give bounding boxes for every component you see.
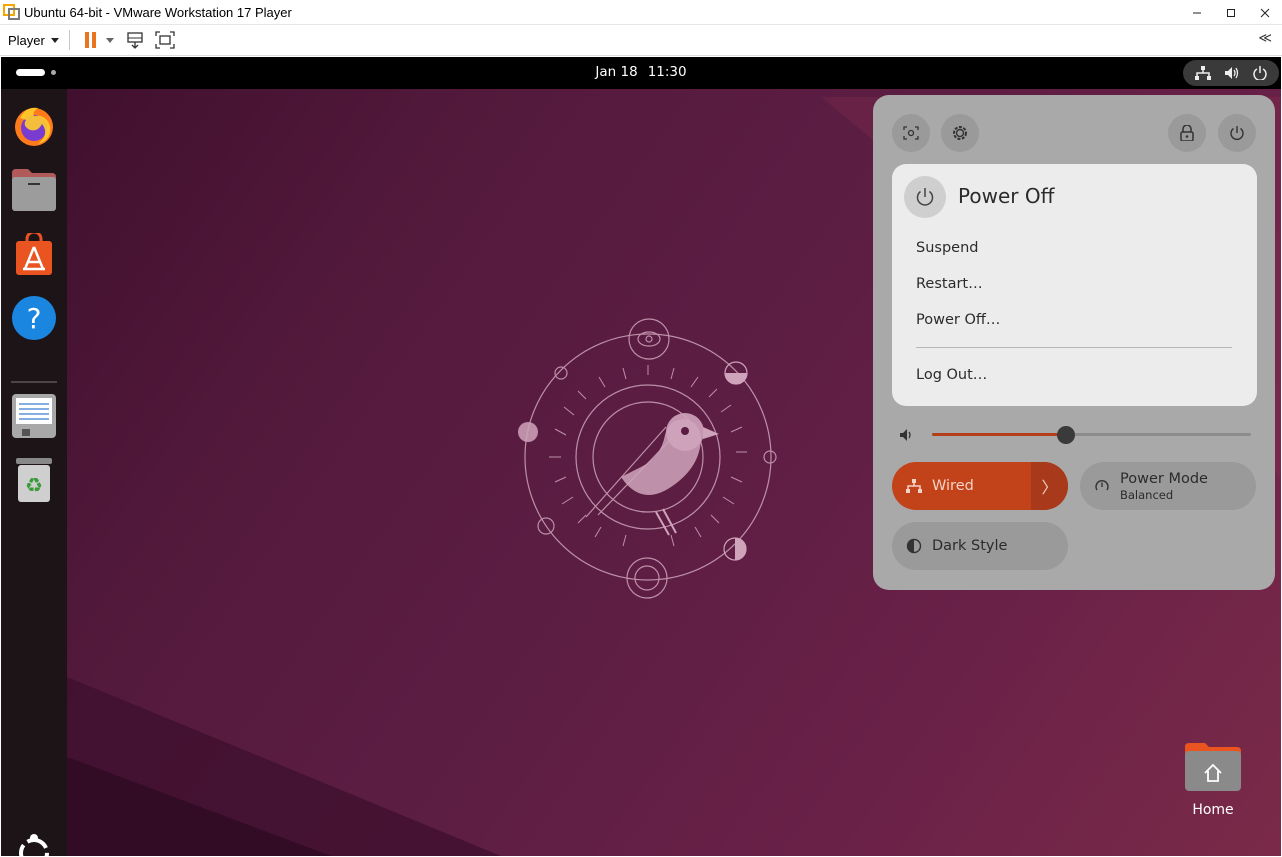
window-controls [1180, 0, 1282, 25]
minimize-icon[interactable] [1180, 0, 1214, 25]
network-wired-icon [1195, 66, 1212, 80]
fullscreen-icon[interactable] [154, 29, 176, 51]
volume-icon [900, 429, 911, 441]
close-icon[interactable] [1248, 0, 1282, 25]
gnome-top-bar: Jan 18 11:30 [1, 57, 1281, 89]
home-folder-label: Home [1192, 802, 1234, 818]
power-off-submenu: Power Off Suspend Restart… Power Off… Lo… [892, 164, 1257, 406]
vm-screen[interactable]: Jan 18 11:30 ? ♻ Power Off Suspend Resta… [1, 57, 1281, 856]
power-mode-value: Balanced [1120, 487, 1174, 502]
volume-row [897, 425, 1257, 445]
dark-style-label: Dark Style [932, 538, 1008, 554]
dark-style-icon [906, 538, 922, 554]
collapse-toolbar-icon[interactable]: ≪ [1258, 31, 1272, 46]
home-folder-icon[interactable] [1183, 743, 1243, 799]
maximize-icon[interactable] [1214, 0, 1248, 25]
player-menu-label: Player [8, 32, 45, 48]
power-icon[interactable] [1218, 114, 1256, 152]
power-icon [1252, 66, 1267, 80]
vmware-app-icon [3, 4, 20, 20]
firefox-icon[interactable] [11, 103, 57, 149]
power-mode-toggle[interactable]: Power Mode Balanced [1080, 462, 1256, 510]
wired-expand-button[interactable]: 〉 [1031, 462, 1068, 510]
clock[interactable]: Jan 18 11:30 [1, 64, 1281, 80]
lock-icon[interactable] [1168, 114, 1206, 152]
volume-slider-handle[interactable] [1056, 426, 1075, 444]
menu-divider [916, 347, 1232, 348]
toolbar-divider [68, 30, 70, 50]
system-tray[interactable] [1183, 60, 1279, 86]
ubuntu-dock: ? ♻ [1, 89, 67, 856]
dock-separator [11, 381, 57, 383]
app-center-icon[interactable] [11, 231, 57, 277]
dropdown-icon[interactable] [104, 29, 116, 51]
volume-icon [1224, 67, 1239, 79]
window-title: Ubuntu 64-bit - VMware Workstation 17 Pl… [24, 4, 292, 20]
volume-slider-fill [932, 433, 1066, 436]
settings-icon[interactable] [941, 114, 979, 152]
send-ctrl-alt-del-icon[interactable] [124, 29, 146, 51]
vmware-toolbar: Player ≪ [0, 25, 1282, 56]
power-mode-label: Power Mode [1120, 470, 1208, 487]
svg-text:?: ? [27, 302, 42, 335]
network-wired-icon [906, 479, 922, 493]
power-off-menu-item[interactable]: Power Off… [916, 312, 1000, 328]
quick-settings-menu: Power Off Suspend Restart… Power Off… Lo… [873, 95, 1275, 590]
screenshot-icon[interactable] [892, 114, 930, 152]
text-editor-icon[interactable] [11, 393, 57, 439]
wired-label: Wired [932, 478, 974, 494]
dark-style-toggle[interactable]: Dark Style [892, 522, 1068, 570]
files-icon[interactable] [11, 167, 57, 213]
svg-text:♻: ♻ [25, 473, 43, 497]
chevron-down-icon [50, 37, 59, 43]
help-icon[interactable]: ? [11, 295, 57, 341]
power-off-title: Power Off [958, 184, 1055, 208]
suspend-menu-item[interactable]: Suspend [916, 240, 978, 256]
log-out-menu-item[interactable]: Log Out… [916, 367, 987, 383]
wired-toggle-main[interactable]: Wired [892, 462, 1031, 510]
clock-time: 11:30 [647, 64, 687, 80]
pause-icon[interactable] [80, 29, 102, 51]
trash-icon[interactable]: ♻ [11, 457, 57, 503]
power-mode-icon [1095, 480, 1109, 491]
clock-date: Jan 18 [595, 64, 638, 80]
wired-toggle[interactable]: Wired 〉 [892, 462, 1068, 510]
show-apps-icon[interactable] [11, 830, 57, 856]
player-menu[interactable]: Player [8, 33, 59, 48]
volume-slider[interactable] [932, 426, 1251, 444]
window-titlebar: Ubuntu 64-bit - VMware Workstation 17 Pl… [0, 0, 1282, 25]
power-off-icon [904, 176, 946, 218]
restart-menu-item[interactable]: Restart… [916, 276, 983, 292]
